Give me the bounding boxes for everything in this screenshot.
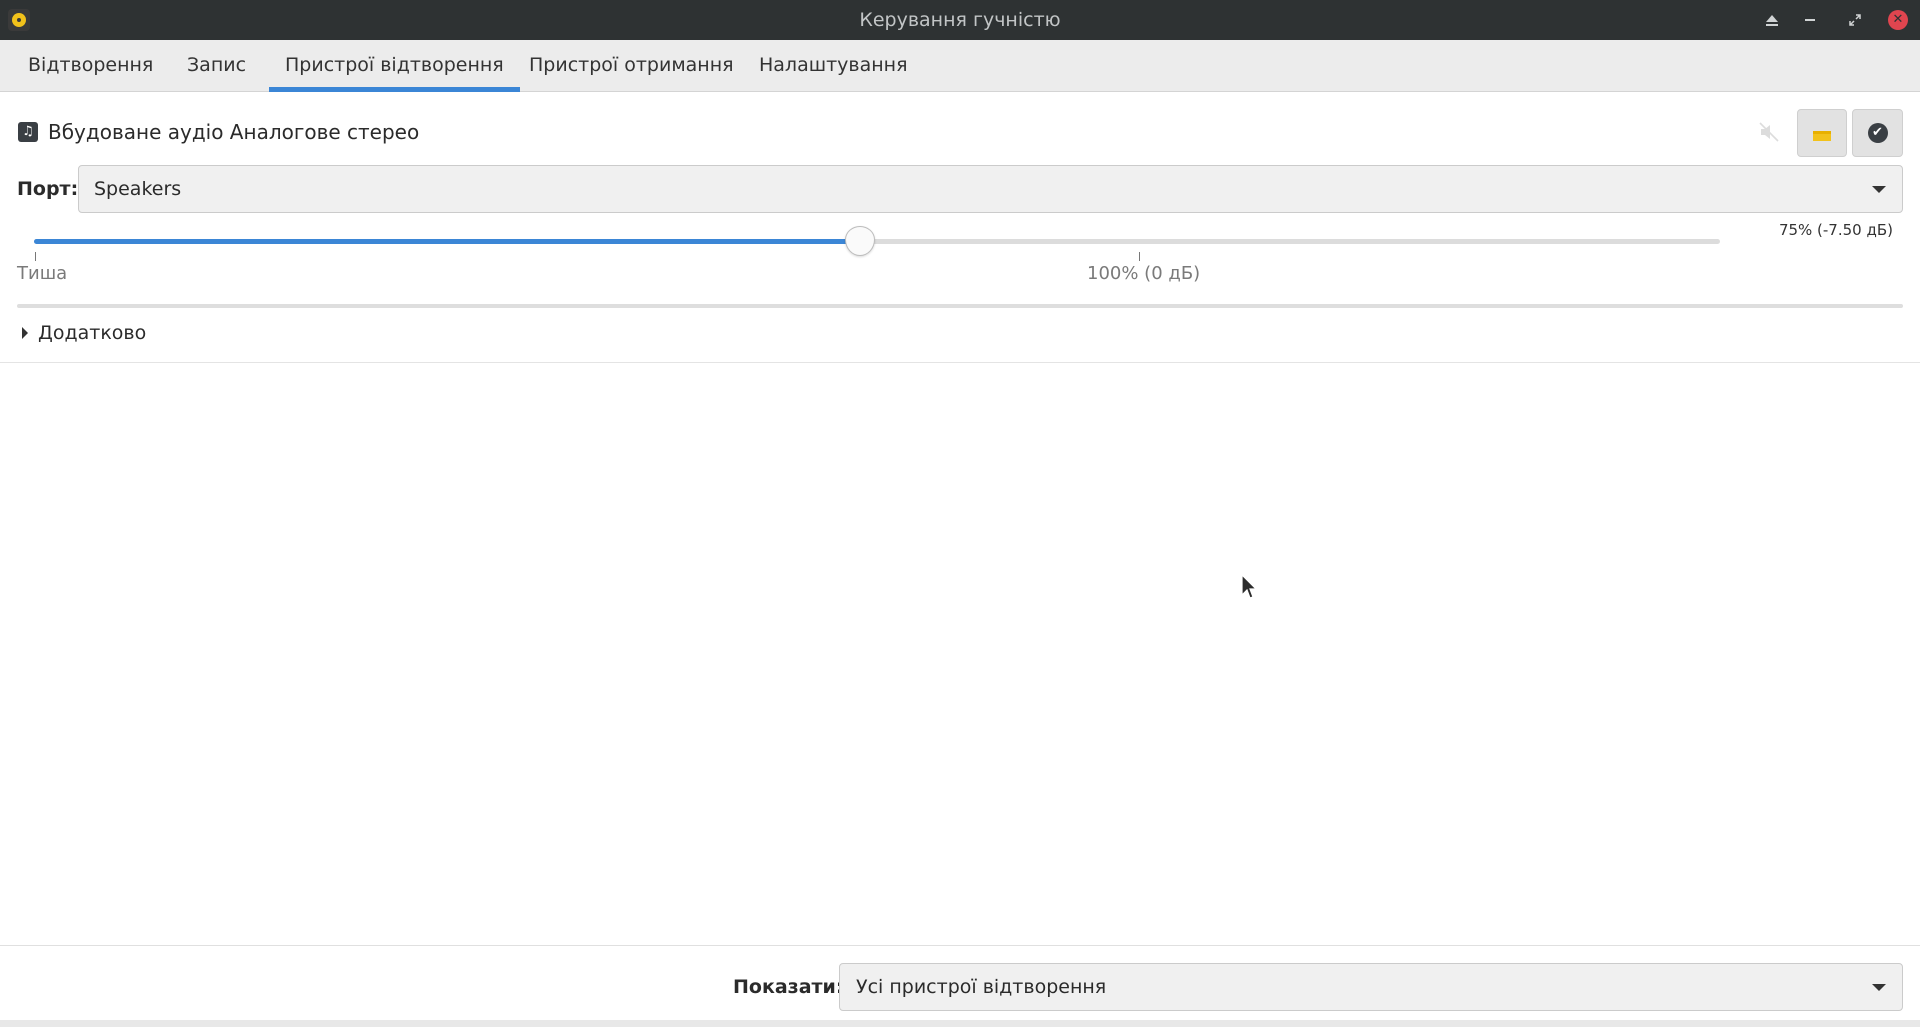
window-title: Керування гучністю [859, 9, 1061, 31]
volume-slider-fill [34, 239, 860, 244]
window-bottom-edge [0, 1020, 1920, 1027]
tab-bar: Відтворення Запис Пристрої відтворення П… [0, 40, 1920, 92]
advanced-expander[interactable]: Додатково [22, 320, 146, 346]
close-window-button[interactable]: ✕ [1886, 8, 1910, 32]
volume-value: 75% (-7.50 дБ) [1778, 221, 1893, 239]
port-value: Speakers [94, 178, 182, 200]
minimize-icon [1805, 19, 1815, 21]
hundred-percent-tick [1139, 252, 1140, 261]
chevron-down-icon [1872, 186, 1886, 193]
tab-input-devices[interactable]: Пристрої отримання [513, 40, 750, 92]
show-filter-dropdown[interactable]: Усі пристрої відтворення [839, 963, 1903, 1011]
set-default-button[interactable]: ✔ [1852, 109, 1903, 157]
port-dropdown[interactable]: Speakers [78, 165, 1903, 213]
shade-icon [1766, 14, 1778, 26]
mute-button[interactable] [1752, 115, 1786, 149]
footer-divider [0, 945, 1920, 946]
lock-channels-icon [1813, 131, 1831, 141]
checkmark-icon: ✔ [1867, 123, 1888, 143]
expander-arrow-icon [22, 327, 28, 339]
hundred-percent-mark-label: 100% (0 дБ) [1087, 263, 1201, 284]
audio-card-icon: ♫ [18, 122, 38, 142]
maximize-window-button[interactable] [1843, 8, 1867, 32]
maximize-icon [1849, 14, 1861, 26]
tab-output-devices[interactable]: Пристрої відтворення [269, 40, 520, 92]
minimize-window-button[interactable] [1798, 8, 1822, 32]
port-label: Порт: [17, 178, 79, 200]
window-titlebar: Керування гучністю ✕ [0, 0, 1920, 40]
show-filter-label: Показати: [733, 976, 844, 998]
silence-mark-label: Тиша [17, 263, 68, 284]
volume-slider-handle[interactable] [845, 226, 875, 256]
device-name: Вбудоване аудіо Аналогове стерео [48, 120, 420, 144]
advanced-label: Додатково [38, 322, 147, 344]
volume-slider[interactable] [34, 226, 1720, 256]
divider [0, 362, 1920, 363]
mouse-cursor-icon [1241, 573, 1258, 599]
tab-configuration[interactable]: Налаштування [743, 40, 924, 92]
show-filter-value: Усі пристрої відтворення [856, 976, 1107, 998]
silence-tick [35, 252, 36, 261]
tab-recording[interactable]: Запис [171, 40, 262, 92]
lock-channels-button[interactable] [1797, 109, 1847, 157]
speaker-muted-icon [1759, 122, 1779, 142]
separator [17, 304, 1903, 308]
close-icon: ✕ [1888, 10, 1908, 30]
chevron-down-icon [1872, 984, 1886, 991]
shade-window-button[interactable] [1760, 8, 1784, 32]
tab-playback[interactable]: Відтворення [12, 40, 169, 92]
